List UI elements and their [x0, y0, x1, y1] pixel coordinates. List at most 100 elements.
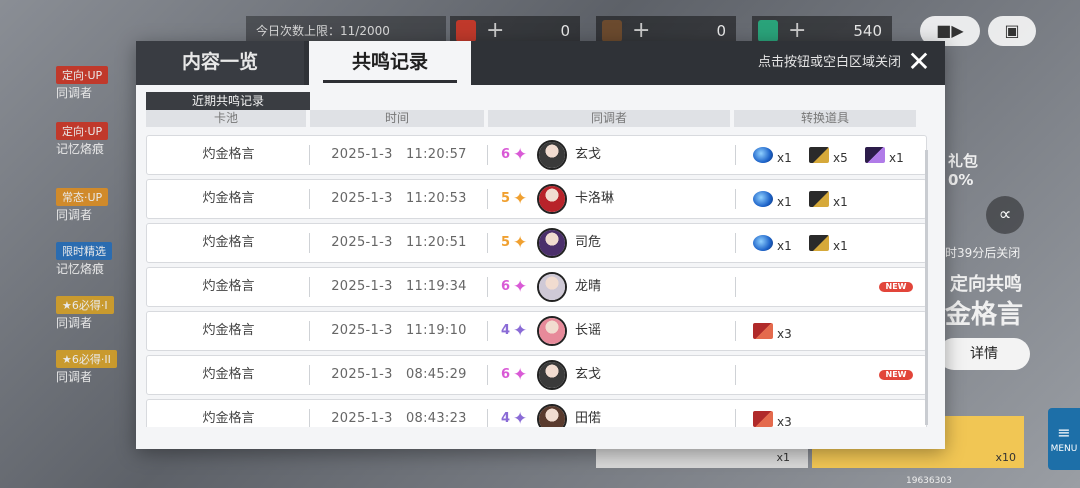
character-name: 卡洛琳 — [575, 191, 615, 206]
converted-item: x1 — [809, 224, 865, 262]
divider — [735, 189, 736, 209]
pull-time: 2025-1-3 08:43:23 — [311, 400, 487, 427]
orb-icon — [753, 235, 773, 251]
pull-time: 2025-1-3 11:19:34 — [311, 268, 487, 306]
pool-name: 灼金格言 — [202, 323, 255, 338]
avatar — [537, 140, 567, 170]
pull-date: 2025-1-3 — [331, 279, 393, 294]
side-banner-5[interactable]: ★6必得·I 同调者 — [56, 296, 140, 331]
converted-items: x1 x1 — [745, 180, 928, 218]
pull-time: 2025-1-3 11:20:53 — [311, 180, 487, 218]
side-banner-3[interactable]: 常态·UP 同调者 — [56, 188, 140, 223]
divider — [487, 189, 488, 209]
side-banner-2[interactable]: 定向·UP 记忆烙痕 — [56, 122, 140, 157]
tab-resonance-records[interactable]: 共鸣记录 — [309, 41, 471, 85]
record-row: 灼金格言 2025-1-3 11:19:10 4 ✦ 长谣 x3 — [146, 311, 927, 351]
converted-items: NEW — [745, 268, 928, 306]
pool-name: 灼金格言 — [202, 367, 255, 382]
rarity-level: 6 — [501, 367, 511, 382]
tab-contents-overview[interactable]: 内容一览 — [136, 41, 304, 85]
card-icon — [602, 20, 622, 42]
item-quantity: x1 — [777, 151, 792, 165]
rarity-level: 5 — [501, 191, 511, 206]
ticket-icon — [456, 20, 476, 42]
close-hint: 点击按钮或空白区域关闭 — [757, 55, 901, 70]
converted-item: x1 — [809, 180, 865, 218]
red-ticket-icon — [753, 411, 773, 427]
pool-name: 灼金格言 — [202, 191, 255, 206]
item-quantity: x1 — [833, 195, 848, 209]
gold-ticket-icon — [809, 235, 829, 251]
pull-date: 2025-1-3 — [331, 235, 393, 250]
star-icon: ✦ — [513, 409, 528, 427]
avatar — [537, 272, 567, 302]
divider — [487, 321, 488, 341]
hamburger-icon: ≡ — [1057, 423, 1071, 442]
divider — [487, 409, 488, 427]
event-countdown: 时39分后关闭 — [945, 246, 1021, 260]
gift-banner[interactable]: 礼包 0% — [948, 150, 978, 189]
record-row: 灼金格言 2025-1-3 11:20:57 6 ✦ 玄戈 x1 x5 x1 — [146, 135, 927, 175]
purple-ticket-icon — [865, 147, 885, 163]
pull-time: 2025-1-3 11:19:10 — [311, 312, 487, 350]
star-icon: ✦ — [513, 277, 528, 297]
divider — [735, 409, 736, 427]
divider — [735, 365, 736, 385]
avatar — [537, 184, 567, 214]
rarity-level: 5 — [501, 235, 511, 250]
converted-item: x3 — [753, 312, 809, 350]
converted-items: x3 — [745, 400, 928, 427]
character-cell: 5 ✦ 司危 — [489, 224, 735, 262]
pull-date: 2025-1-3 — [331, 323, 393, 338]
orb-icon — [753, 191, 773, 207]
orb-icon — [753, 147, 773, 163]
side-banner-6[interactable]: ★6必得·II 同调者 — [56, 350, 140, 385]
divider — [309, 409, 310, 427]
menu-button[interactable]: ≡ MENU — [1048, 408, 1080, 470]
character-cell: 4 ✦ 长谣 — [489, 312, 735, 350]
character-cell: 6 ✦ 玄戈 — [489, 356, 735, 394]
character-name: 司危 — [575, 235, 602, 250]
banner-title: 金格言 — [945, 300, 1024, 330]
pull-clock: 11:20:51 — [405, 235, 467, 250]
divider — [487, 365, 488, 385]
pull-date: 2025-1-3 — [331, 191, 393, 206]
pull-time: 2025-1-3 11:20:57 — [311, 136, 487, 174]
records-list[interactable]: 灼金格言 2025-1-3 11:20:57 6 ✦ 玄戈 x1 x5 x1 灼金格言 2025-… — [146, 135, 928, 427]
close-icon[interactable]: ✕ — [905, 48, 933, 76]
converted-items: x3 — [745, 312, 928, 350]
column-header-items: 转换道具 — [734, 110, 916, 127]
star-icon: ✦ — [513, 233, 528, 253]
record-row: 灼金格言 2025-1-3 11:20:53 5 ✦ 卡洛琳 x1 x1 — [146, 179, 927, 219]
star-icon: ✦ — [513, 365, 528, 385]
column-header-character: 同调者 — [488, 110, 730, 127]
detail-button[interactable]: 详情 — [938, 338, 1030, 370]
divider — [487, 145, 488, 165]
divider — [309, 145, 310, 165]
divider — [735, 321, 736, 341]
converted-item: x1 — [753, 180, 809, 218]
pull-clock: 11:20:53 — [405, 191, 467, 206]
pull-date: 2025-1-3 — [331, 367, 393, 382]
scrollbar[interactable] — [925, 150, 928, 425]
item-quantity: x1 — [777, 195, 792, 209]
side-banner-1[interactable]: 定向·UP 同调者 — [56, 66, 140, 101]
gallery-button[interactable]: ▣ — [988, 16, 1036, 46]
resonance-records-modal: 内容一览 共鸣记录 点击按钮或空白区域关闭 ✕ 近期共鸣记录 卡池 时间 同调者… — [136, 41, 945, 449]
pool-name: 灼金格言 — [202, 147, 255, 162]
share-icon: ∝ — [998, 204, 1012, 225]
converted-item: x1 — [753, 136, 809, 174]
table-header: 卡池 时间 同调者 转换道具 — [146, 110, 916, 127]
rarity-level: 6 — [501, 279, 511, 294]
item-quantity: x5 — [833, 151, 848, 165]
share-button[interactable]: ∝ — [986, 196, 1024, 234]
converted-items: x1 x1 — [745, 224, 928, 262]
character-name: 龙晴 — [575, 279, 602, 294]
pull-date: 2025-1-3 — [331, 411, 393, 426]
character-cell: 6 ✦ 龙晴 — [489, 268, 735, 306]
column-header-time: 时间 — [310, 110, 484, 127]
character-name: 玄戈 — [575, 367, 602, 382]
side-banner-4[interactable]: 限时精选 记忆烙痕 — [56, 242, 140, 277]
character-cell: 6 ✦ 玄戈 — [489, 136, 735, 174]
divider — [309, 321, 310, 341]
